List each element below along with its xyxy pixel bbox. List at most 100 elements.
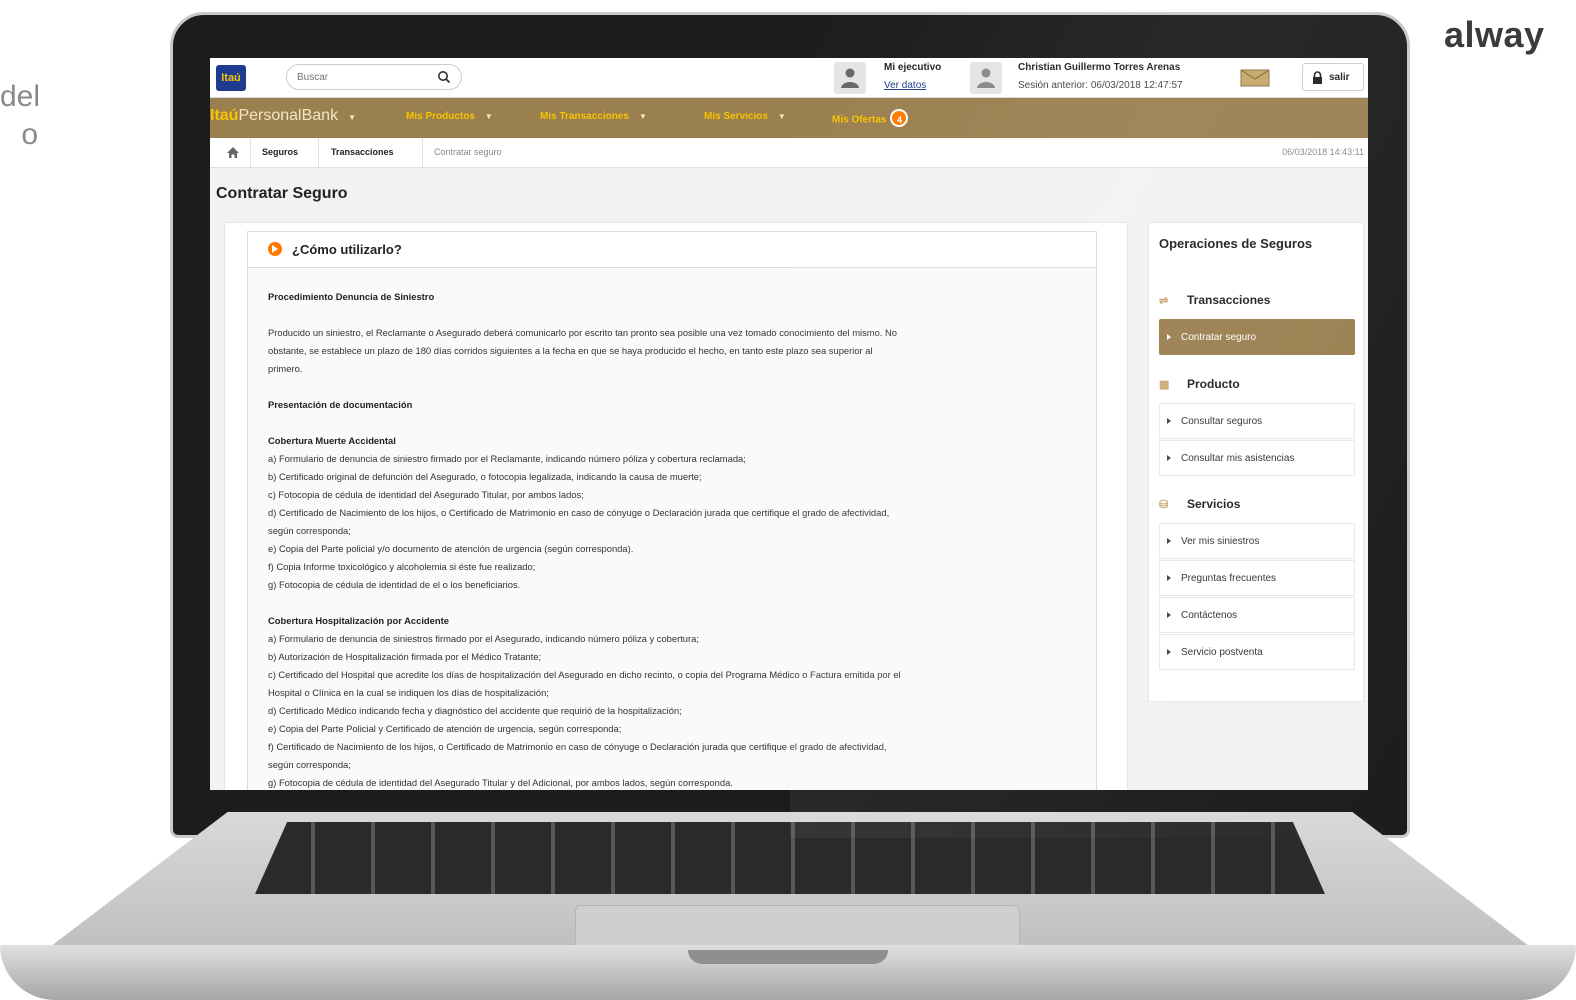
sidebar-item-label: Ver mis siniestros [1181,536,1260,547]
howto-box: ¿Cómo utilizarlo? Procedimiento Denuncia… [247,231,1097,790]
sidebar-item-consultar-seguros[interactable]: Consultar seguros [1159,403,1355,439]
executive-title: Mi ejecutivo [884,62,942,73]
chevron-down-icon: ▼ [777,112,786,121]
offers-count-badge: 4 [890,109,909,127]
death-coverage-item: e) Copia del Parte policial y/o document… [268,543,634,554]
breadcrumb-item-transacciones[interactable]: Transacciones [331,147,394,157]
docs-heading: Presentación de documentación [268,399,413,410]
search-box[interactable] [286,64,462,90]
breadcrumb-item-seguros[interactable]: Seguros [262,147,298,157]
laptop-trackpad [575,905,1020,949]
hospital-coverage-item: e) Copia del Parte Policial y Certificad… [268,723,622,734]
previous-session: Sesión anterior: 06/03/2018 12:47:57 [1018,80,1183,91]
slide-brand-tag: alway [1444,14,1545,55]
breadcrumb-separator [318,138,319,168]
hospital-coverage-item: f) Certificado de Nacimiento de los hijo… [268,741,887,752]
death-coverage-heading: Cobertura Muerte Accidental [268,435,396,446]
hospital-coverage-heading: Cobertura Hospitalización por Accidente [268,615,449,626]
sidebar-section-label: Servicios [1187,497,1241,511]
sidebar-section-producto: ▦ Producto [1159,377,1240,391]
sidebar-item-servicio-postventa[interactable]: Servicio postventa [1159,634,1355,670]
howto-title: ¿Cómo utilizarlo? [292,242,402,257]
main-nav: ItaúPersonalBank ▼ Mis Productos ▼ Mis Tra… [210,98,1368,138]
breadcrumb-item-current: Contratar seguro [434,147,502,157]
howto-body: Procedimiento Denuncia de Siniestro Prod… [268,288,1083,790]
hospital-coverage-item: b) Autorización de Hospitalización firma… [268,651,542,662]
sidebar-item-contactenos[interactable]: Contáctenos [1159,597,1355,633]
nav-mis-transacciones[interactable]: Mis Transacciones ▼ [540,111,647,122]
sidebar-item-ver-siniestros[interactable]: Ver mis siniestros [1159,523,1355,559]
sidebar-item-preguntas-frecuentes[interactable]: Preguntas frecuentes [1159,560,1355,596]
executive-avatar-icon [834,62,866,94]
caret-right-icon [1167,334,1171,340]
brand-rest: PersonalBank [238,107,339,124]
howto-header[interactable]: ¿Cómo utilizarlo? [248,232,1096,268]
death-coverage-item: según corresponda; [268,525,351,536]
hospital-coverage-item: d) Certificado Médico indicando fecha y … [268,705,682,716]
sidebar-title: Operaciones de Seguros [1159,236,1313,251]
caret-right-icon [1167,649,1171,655]
death-coverage-item: c) Fotocopia de cédula de identidad del … [268,489,584,500]
nav-mis-ofertas[interactable]: Mis Ofertas 4 [832,109,909,129]
caret-right-icon [1167,538,1171,544]
sidebar-section-label: Producto [1187,377,1240,391]
page-title: Contratar Seguro [216,185,348,202]
procedure-heading: Procedimiento Denuncia de Siniestro [268,291,435,302]
hospital-coverage-item: según corresponda; [268,759,351,770]
slide-canvas: { "slide": { "side_text_lines": ["del", … [0,0,1576,1000]
grid-icon: ▦ [1159,379,1170,391]
sidebar-item-label: Consultar seguros [1181,416,1263,427]
sidebar-item-contratar-seguro[interactable]: Contratar seguro [1159,319,1355,355]
nav-label: Mis Ofertas [832,114,887,126]
sidebar-section-servicios: ⛁ Servicios [1159,497,1240,511]
hospital-coverage-item: Hospital o Clínica en la cual se indique… [268,687,549,698]
caret-right-icon [1167,575,1171,581]
nav-label: Mis Productos [406,111,475,122]
search-icon[interactable] [437,70,451,84]
breadcrumb-separator [422,138,423,168]
sidebar-item-label: Preguntas frecuentes [1181,573,1277,584]
death-coverage-item: f) Copia Informe toxicológico y alcohole… [268,561,536,572]
laptop-screen: Itaú Mi ejecutivo Ver datos [210,58,1368,790]
sidebar: Operaciones de Seguros ⇌ Transacciones Co… [1148,222,1364,702]
transfer-icon: ⇌ [1159,295,1169,307]
nav-mis-productos[interactable]: Mis Productos ▼ [406,111,493,122]
slide-side-text: del o [0,78,60,154]
sidebar-section-label: Transacciones [1187,293,1271,307]
death-coverage-item: d) Certificado de Nacimiento de los hijo… [268,507,890,518]
itau-logo[interactable]: Itaú [216,65,246,91]
caret-right-icon [1167,418,1171,424]
slide-side-text-line: del [0,80,41,113]
search-input[interactable] [297,69,427,86]
logout-label: salir [1329,72,1350,83]
sidebar-item-consultar-asistencias[interactable]: Consultar mis asistencias [1159,440,1355,476]
procedure-line: obstante, se establece un plazo de 180 d… [268,345,873,356]
hospital-coverage-item: c) Certificado del Hospital que acredite… [268,669,901,680]
mail-icon[interactable] [1240,68,1270,88]
sidebar-item-label: Contratar seguro [1181,332,1257,343]
personal-bank-brand[interactable]: ItaúPersonalBank ▼ [210,107,356,125]
caret-right-icon [1167,455,1171,461]
hospital-coverage-item: g) Fotocopia de cédula de identidad del … [268,777,733,788]
sidebar-item-label: Contáctenos [1181,610,1238,621]
executive-details-link[interactable]: Ver datos [884,80,926,91]
procedure-line: Producido un siniestro, el Reclamante o … [268,327,897,338]
nav-label: Mis Transacciones [540,111,629,122]
logout-button[interactable]: salir [1302,63,1364,91]
procedure-line: primero. [268,363,303,374]
home-icon[interactable] [226,146,240,159]
death-coverage-item: g) Fotocopia de cédula de identidad de e… [268,579,521,590]
service-bell-icon: ⛁ [1159,499,1169,511]
laptop-notch [688,950,888,964]
user-avatar-icon [970,62,1002,94]
laptop-keys [255,822,1325,894]
sidebar-section-transacciones: ⇌ Transacciones [1159,293,1270,307]
caret-right-icon [1167,612,1171,618]
nav-mis-servicios[interactable]: Mis Servicios ▼ [704,111,786,122]
nav-label: Mis Servicios [704,111,768,122]
top-bar: Itaú Mi ejecutivo Ver datos [210,58,1368,98]
death-coverage-item: b) Certificado original de defunción del… [268,471,702,482]
hospital-coverage-item: a) Formulario de denuncia de siniestros … [268,633,699,644]
current-timestamp: 06/03/2018 14:43:11 [1282,147,1364,157]
chevron-down-icon: ▼ [484,112,493,121]
